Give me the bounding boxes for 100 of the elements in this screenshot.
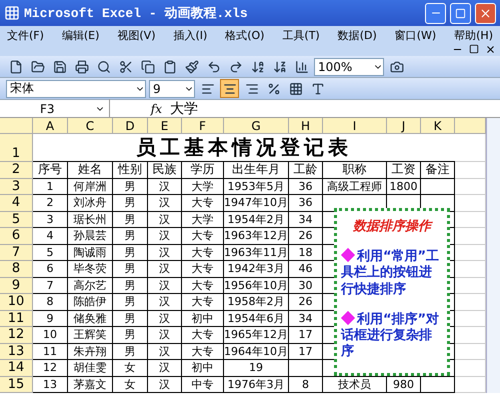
- column-header[interactable]: C: [68, 118, 113, 134]
- row-header[interactable]: 7: [0, 244, 33, 261]
- table-cell: 34: [289, 310, 323, 327]
- table-cell: 1976年3月: [224, 376, 289, 393]
- table-cell: 汉: [148, 360, 182, 376]
- row-header[interactable]: 4: [0, 195, 33, 212]
- column-title: 学历: [182, 162, 224, 178]
- table-cell: 男: [113, 212, 148, 228]
- menu-item[interactable]: 插入(I): [170, 27, 210, 44]
- align-left-icon: [200, 82, 214, 96]
- table-cell: 汉: [148, 244, 182, 261]
- fx-label[interactable]: fx: [110, 102, 170, 116]
- row-header[interactable]: 13: [0, 344, 33, 360]
- font-dropdown[interactable]: 宋体: [6, 80, 146, 98]
- row-header[interactable]: 6: [0, 228, 33, 244]
- table-cell: 36: [289, 178, 323, 195]
- maximize-button[interactable]: [450, 2, 471, 24]
- zoom-dropdown[interactable]: 100%: [314, 58, 384, 76]
- menu-item[interactable]: 格式(O): [222, 27, 268, 44]
- table-cell: 女: [113, 360, 148, 376]
- folder-icon: [30, 60, 44, 74]
- new-file-icon: [8, 60, 22, 74]
- table-cell: 茅嘉文: [68, 376, 113, 393]
- column-header[interactable]: F: [182, 118, 224, 134]
- table-cell: 1954年2月: [224, 212, 289, 228]
- menu-item[interactable]: 编辑(E): [58, 27, 102, 44]
- empty-cell: [455, 360, 486, 376]
- table-cell: 汉: [148, 344, 182, 360]
- minimize-button[interactable]: [425, 2, 446, 24]
- brush-icon: [184, 60, 198, 74]
- column-title: 出生年月: [224, 162, 289, 178]
- column-header[interactable]: D: [113, 118, 148, 134]
- row-header[interactable]: 12: [0, 327, 33, 344]
- percent-icon: [266, 82, 280, 96]
- table-cell: 男: [113, 244, 148, 261]
- table-cell: 大专: [182, 244, 224, 261]
- column-header-blank: [455, 118, 486, 134]
- menu-item[interactable]: 窗口(W): [392, 27, 440, 44]
- vertical-scrollbar[interactable]: [486, 118, 500, 393]
- close-button[interactable]: [475, 2, 496, 24]
- table-cell: 高级工程师: [323, 178, 387, 195]
- row-header[interactable]: 11: [0, 310, 33, 327]
- formula-value[interactable]: 大学: [170, 100, 198, 118]
- empty-cell: [455, 178, 486, 195]
- empty-cell: [455, 195, 486, 212]
- table-cell: 19: [224, 360, 289, 376]
- row-header[interactable]: 9: [0, 278, 33, 294]
- table-cell: 大专: [182, 228, 224, 244]
- table-cell: 男: [113, 228, 148, 244]
- table-cell: 8: [289, 376, 323, 393]
- menu-item[interactable]: 文件(F): [4, 27, 47, 44]
- column-title: 序号: [33, 162, 68, 178]
- column-title: 民族: [148, 162, 182, 178]
- table-cell: 1963年12月: [224, 228, 289, 244]
- row-header[interactable]: 10: [0, 294, 33, 310]
- row-header[interactable]: 3: [0, 178, 33, 195]
- row-header[interactable]: 8: [0, 261, 33, 278]
- column-header[interactable]: G: [224, 118, 289, 134]
- column-header[interactable]: I: [323, 118, 387, 134]
- row-header[interactable]: 5: [0, 212, 33, 228]
- menu-item[interactable]: 帮助(H): [451, 27, 496, 44]
- table-cell: 3: [33, 212, 68, 228]
- print-icon: [74, 60, 88, 74]
- table-cell: 汉: [148, 376, 182, 393]
- table-cell: 13: [33, 376, 68, 393]
- empty-cell: [455, 261, 486, 278]
- font-color-icon: [310, 82, 324, 96]
- row-header[interactable]: 2: [0, 162, 33, 178]
- column-header[interactable]: E: [148, 118, 182, 134]
- column-title: 备注: [421, 162, 455, 178]
- column-header[interactable]: A: [33, 118, 68, 134]
- font-size-dropdown[interactable]: 9: [149, 80, 195, 98]
- window-title: Microsoft Excel - 动画教程.xls: [24, 5, 249, 22]
- column-header[interactable]: K: [421, 118, 455, 134]
- cut-icon: [118, 60, 132, 74]
- callout-title: 数据排序操作: [352, 218, 434, 235]
- align-center-button[interactable]: [220, 79, 239, 98]
- close-icon[interactable]: [485, 44, 496, 55]
- restore-icon[interactable]: [469, 44, 479, 54]
- row-header[interactable]: 15: [0, 376, 33, 393]
- table-cell: 汉: [148, 310, 182, 327]
- column-header[interactable]: H: [289, 118, 323, 134]
- row-header[interactable]: 1: [0, 134, 33, 162]
- table-cell: 汉: [148, 278, 182, 294]
- redo-icon: [228, 60, 242, 74]
- table-cell: 高尔艺: [68, 278, 113, 294]
- menu-item[interactable]: 视图(V): [114, 27, 158, 44]
- table-cell: 1965年12月: [224, 327, 289, 344]
- table-cell: 7: [33, 278, 68, 294]
- table-cell: 男: [113, 327, 148, 344]
- column-header[interactable]: J: [387, 118, 421, 134]
- row-header[interactable]: 14: [0, 360, 33, 376]
- table-cell: 刘冰舟: [68, 195, 113, 212]
- table-cell: 1956年10月: [224, 278, 289, 294]
- menu-item[interactable]: 工具(T): [279, 27, 323, 44]
- table-cell: 1958年2月: [224, 294, 289, 310]
- table-cell: 汉: [148, 195, 182, 212]
- menu-item[interactable]: 数据(D): [334, 27, 380, 44]
- table-cell: 1964年10月: [224, 344, 289, 360]
- table-cell: 大学: [182, 212, 224, 228]
